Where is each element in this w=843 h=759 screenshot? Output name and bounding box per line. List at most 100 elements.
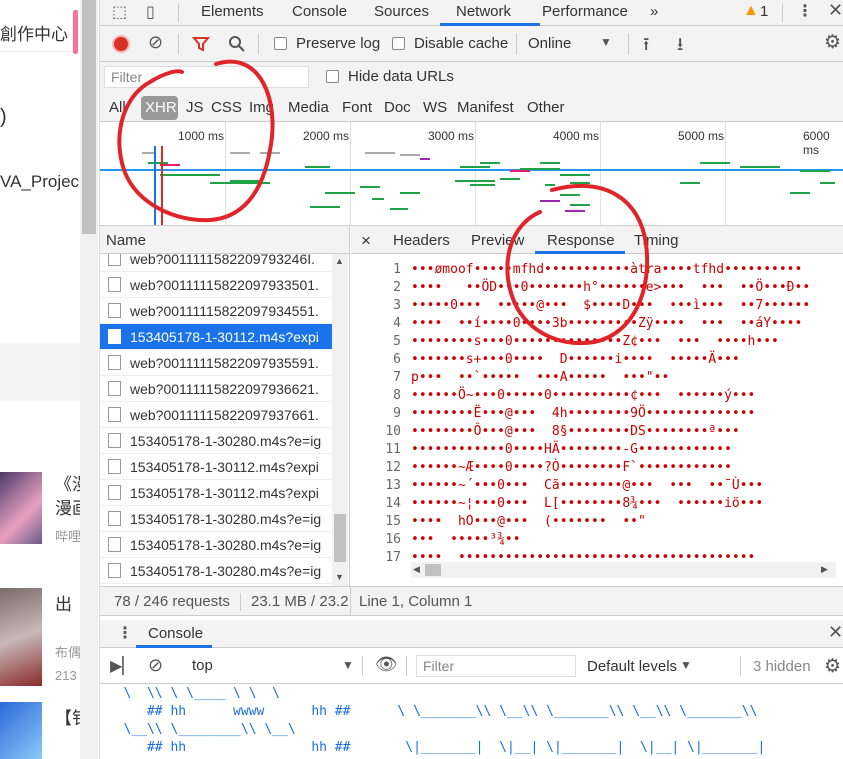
console-settings-gear-icon[interactable]: ⚙ [824,655,841,678]
request-row[interactable]: 153405178-1-30112.m4s?expi [100,324,332,350]
console-output[interactable]: \ \\ \ \____ \ \ \ ## hh wwww hh ## \ \_… [100,684,843,759]
request-name: 153405178-1-30280.m4s?e=ig [130,433,322,449]
page-scrollbar[interactable] [80,0,98,759]
request-row[interactable]: 153405178-1-30280.m4s?e=ig [100,558,332,584]
type-manifest[interactable]: Manifest [457,99,514,116]
timeline-request-bar [390,208,408,210]
preserve-log-label[interactable]: Preserve log [296,35,380,52]
project-link[interactable]: VA_Projec [0,172,79,192]
type-font[interactable]: Font [342,99,372,116]
detail-tab-response[interactable]: Response [547,232,615,249]
video-title-2[interactable]: 出 [55,590,72,615]
type-all[interactable]: All [109,99,126,116]
scroll-down-icon[interactable]: ▼ [335,572,344,582]
request-row[interactable]: web?00111115822097933501. [100,272,332,298]
timeline-tick-label: 3000 ms [428,129,475,143]
sidebar-toggle-icon[interactable]: ▶▏ [110,656,135,676]
response-line: p••• ••`••••• •••A••••• •••"•• [411,370,670,385]
request-name: 153405178-1-30280.m4s?e=ig [130,563,322,579]
import-har-icon[interactable]: ⭱ [643,32,649,62]
network-overview-timeline[interactable]: 1000 ms 2000 ms 3000 ms 4000 ms 5000 ms … [100,122,843,226]
warning-icon[interactable]: ▲ [743,2,759,20]
clear-icon[interactable]: ⊘ [148,32,163,53]
type-img[interactable]: Img [249,99,274,116]
console-filter-input[interactable]: Filter [416,655,576,677]
request-list-scroll-thumb[interactable] [334,514,346,562]
detail-tab-timing[interactable]: Timing [634,232,678,249]
type-css[interactable]: CSS [211,99,242,116]
request-row[interactable]: web?00111115822097936621. [100,376,332,402]
response-viewer[interactable]: 1 •••ømoof•••••mfhd•••••••••••àtra••••tfh… [351,262,843,566]
timeline-request-bar [360,186,380,188]
settings-gear-icon[interactable]: ⚙ [824,31,841,54]
type-other[interactable]: Other [527,99,565,116]
tab-elements[interactable]: Elements [201,3,264,20]
video-thumbnail-2[interactable] [0,588,42,686]
console-clear-icon[interactable]: ⊘ [148,655,163,676]
detail-tab-headers[interactable]: Headers [393,232,450,249]
tab-performance[interactable]: Performance [542,3,628,20]
close-devtools-icon[interactable]: ✕ [828,0,843,21]
line-number: 10 [385,424,401,439]
device-toolbar-icon[interactable]: ▯ [146,2,155,22]
drawer-menu-icon[interactable]: ⋮ [117,623,133,643]
request-row[interactable]: 153405178-1-30280.m4s?e=ig [100,506,332,532]
more-tabs-icon[interactable]: » [650,3,658,20]
record-button[interactable] [112,35,130,53]
inspect-element-icon[interactable]: ⬚ [112,2,127,22]
search-icon[interactable] [228,35,246,53]
context-chevron-down-icon[interactable]: ▼ [342,658,354,672]
hscroll-thumb[interactable] [425,564,441,576]
page-scrollbar-thumb[interactable] [82,0,96,234]
scroll-left-icon[interactable]: ◀ [413,564,420,575]
video-thumbnail-3[interactable] [0,702,42,759]
disable-cache-checkbox[interactable] [392,37,405,50]
line-number: 5 [393,334,401,349]
name-column-header[interactable]: Name [106,232,146,249]
drawer-tab-console[interactable]: Console [148,625,203,642]
tab-console[interactable]: Console [292,3,347,20]
request-row[interactable]: 153405178-1-30280.m4s?e=ig [100,532,332,558]
hide-data-urls-label[interactable]: Hide data URLs [348,68,454,85]
scroll-right-icon[interactable]: ▶ [821,564,828,575]
detail-tab-preview[interactable]: Preview [471,232,524,249]
kebab-menu-icon[interactable]: ⋮ [797,1,813,21]
tab-divider-2 [782,4,783,22]
throttle-select[interactable]: Online [528,35,571,52]
hidden-count[interactable]: 3 hidden [753,658,811,675]
request-row[interactable]: web?00111115822097935591. [100,350,332,376]
preserve-log-checkbox[interactable] [274,37,287,50]
chevron-down-icon[interactable]: ▼ [600,35,612,49]
filter-input[interactable]: Filter [104,66,309,88]
warning-count[interactable]: 1 [760,3,768,20]
type-doc[interactable]: Doc [384,99,411,116]
response-hscrollbar[interactable]: ◀ ▶ [411,562,836,578]
type-js[interactable]: JS [186,99,204,116]
type-media[interactable]: Media [288,99,329,116]
scroll-up-icon[interactable]: ▲ [335,256,344,266]
levels-chevron-down-icon[interactable]: ▼ [680,658,692,672]
hide-data-urls-checkbox[interactable] [326,70,339,83]
line-number: 16 [385,532,401,547]
export-har-icon[interactable]: ⭳ [677,32,683,62]
tab-network[interactable]: Network [456,3,511,20]
creator-center-link[interactable]: 創作中心 [0,8,78,54]
type-ws[interactable]: WS [423,99,447,116]
request-row[interactable]: 153405178-1-30112.m4s?expi [100,480,332,506]
request-row[interactable]: web?00111115822097937661. [100,402,332,428]
request-row[interactable]: 153405178-1-30280.m4s?e=ig [100,428,332,454]
filter-icon[interactable] [192,35,210,53]
request-list-scrollbar[interactable]: ▲ ▼ [332,254,348,586]
filter-bar: Filter Hide data URLs [100,62,843,92]
close-drawer-icon[interactable]: ✕ [828,622,843,643]
disable-cache-label[interactable]: Disable cache [414,35,508,52]
request-row[interactable]: 153405178-1-30112.m4s?expi [100,454,332,480]
live-expression-eye-icon[interactable]: 👁 [375,654,398,675]
close-detail-icon[interactable]: × [361,231,371,251]
log-levels-select[interactable]: Default levels [587,658,677,675]
type-xhr[interactable]: XHR [145,99,177,116]
tab-sources[interactable]: Sources [374,3,429,20]
file-icon [108,407,121,422]
request-row[interactable]: web?00111115822097934551. [100,298,332,324]
video-thumbnail-1[interactable] [0,472,42,544]
